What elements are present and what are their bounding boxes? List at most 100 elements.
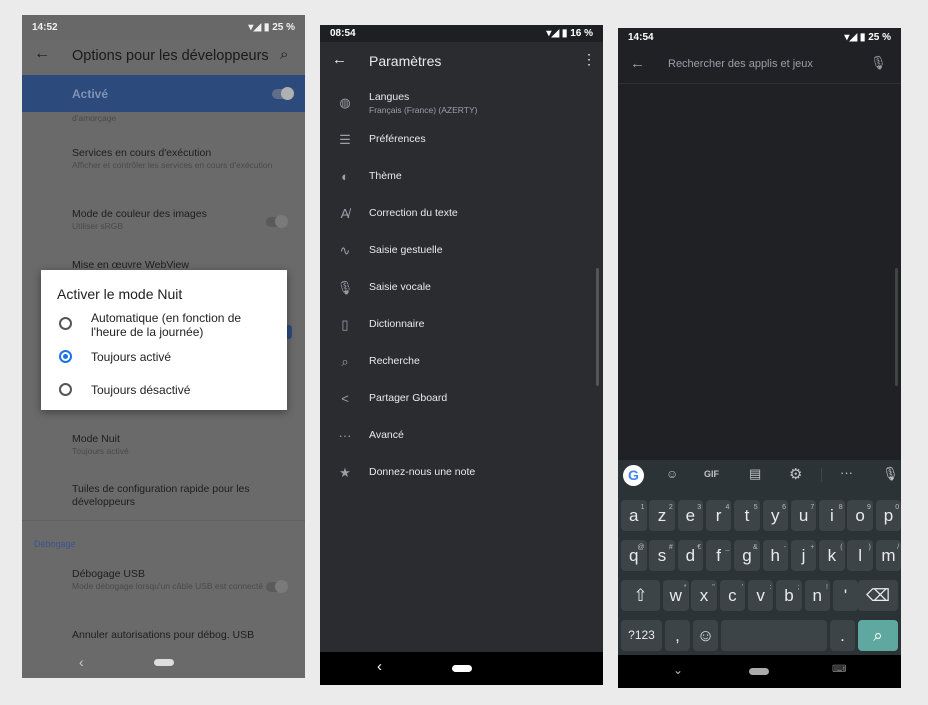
- scrollbar[interactable]: [895, 268, 898, 386]
- list-item[interactable]: Débogage USB Mode débogage lorsqu'un câbl…: [72, 568, 282, 592]
- search-input[interactable]: Rechercher des applis et jeux: [668, 58, 813, 70]
- option-label[interactable]: Toujours activé: [91, 350, 171, 364]
- key-label: h: [770, 546, 780, 565]
- settings-item[interactable]: ◐ Thème: [320, 161, 590, 191]
- clipboard-icon[interactable]: ▤: [749, 466, 761, 482]
- key-label: s: [657, 546, 667, 565]
- settings-item[interactable]: ▯ Dictionnaire: [320, 309, 590, 339]
- radio-automatic[interactable]: [59, 317, 72, 330]
- usb-debug-toggle[interactable]: [266, 580, 288, 593]
- gesture-icon: ∿: [339, 243, 351, 258]
- settings-item[interactable]: ☰ Préférences: [320, 124, 590, 154]
- settings-item[interactable]: < Partager Gboard: [320, 383, 590, 413]
- keyboard: G ☺ GIF ▤ ⚙ ··· 🎙︎ a1z2e3r4t5y6u7i8o9p0 q…: [618, 460, 901, 655]
- symbols-key[interactable]: ?123: [621, 620, 662, 651]
- key[interactable]: e3: [677, 500, 704, 531]
- key[interactable]: h-: [762, 540, 788, 571]
- key[interactable]: r4: [705, 500, 732, 531]
- master-toggle[interactable]: [272, 87, 294, 100]
- radio-always-off[interactable]: [59, 383, 72, 396]
- back-arrow-icon[interactable]: ←: [34, 45, 50, 63]
- key[interactable]: y6: [762, 500, 788, 531]
- key[interactable]: c ': [719, 580, 746, 611]
- more-icon[interactable]: ···: [840, 465, 853, 480]
- key[interactable]: g &: [734, 540, 760, 571]
- comma-key[interactable]: ,: [665, 620, 690, 651]
- key[interactable]: j +: [790, 540, 817, 571]
- back-nav-icon[interactable]: ‹: [377, 658, 382, 675]
- emoji-key[interactable]: ☺: [693, 620, 718, 651]
- item-title: Annuler autorisations pour débog. USB: [72, 629, 255, 641]
- settings-item[interactable]: 🎙 Saisie vocale: [320, 272, 590, 302]
- home-pill[interactable]: [154, 659, 174, 666]
- key[interactable]: q @: [621, 540, 647, 571]
- status-bar: 14:52 ▾◢ ▮ 25 %: [22, 15, 305, 40]
- search-key[interactable]: ⌕: [858, 620, 898, 651]
- key[interactable]: w *: [663, 580, 689, 611]
- search-bar[interactable]: ← Rechercher des applis et jeux 🎙︎: [618, 46, 901, 84]
- settings-item[interactable]: ⌕ Recherche: [320, 346, 590, 376]
- search-icon[interactable]: ⌕: [280, 46, 288, 63]
- home-pill[interactable]: [749, 668, 769, 675]
- mic-icon[interactable]: 🎙︎: [870, 55, 887, 71]
- list-item[interactable]: Mode de couleur des images Utiliser sRGB: [72, 208, 282, 232]
- google-logo-icon[interactable]: G: [623, 465, 644, 486]
- settings-item[interactable]: ··· Avancé: [320, 420, 590, 450]
- key[interactable]: s #: [649, 540, 675, 571]
- settings-item[interactable]: ∿ Saisie gestuelle: [320, 235, 590, 265]
- option-label[interactable]: Toujours désactivé: [91, 383, 190, 397]
- key[interactable]: k(: [819, 540, 845, 571]
- hide-keyboard-icon[interactable]: ⌄: [673, 663, 683, 677]
- wifi-icon: ▾◢ ▮: [546, 28, 568, 39]
- sticker-icon[interactable]: ☺: [666, 467, 678, 481]
- settings-gear-icon[interactable]: ⚙: [789, 465, 802, 483]
- key[interactable]: a1: [621, 500, 647, 531]
- item-label: Saisie gestuelle: [369, 244, 443, 256]
- option-label[interactable]: Automatique (en fonction de l'heure de l…: [91, 311, 271, 339]
- key[interactable]: p0: [875, 500, 901, 531]
- key[interactable]: d €: [677, 540, 704, 571]
- key[interactable]: t5: [734, 500, 760, 531]
- toggle[interactable]: [266, 215, 288, 228]
- key[interactable]: n!: [804, 580, 830, 611]
- key[interactable]: x ": [691, 580, 717, 611]
- home-pill[interactable]: [452, 665, 472, 672]
- list-item[interactable]: Annuler autorisations pour débog. USB: [72, 629, 302, 642]
- back-nav-icon[interactable]: ‹: [79, 654, 84, 670]
- radio-always-on[interactable]: [59, 350, 72, 363]
- key-hint: +: [810, 544, 815, 551]
- settings-item[interactable]: ★ Donnez-nous une note: [320, 457, 590, 487]
- key[interactable]: v:: [747, 580, 774, 611]
- clock: 14:54: [628, 31, 654, 43]
- settings-item[interactable]: ◍ Langues Français (France) (AZERTY): [320, 87, 590, 117]
- key[interactable]: l): [847, 540, 873, 571]
- key[interactable]: i8: [819, 500, 845, 531]
- period-key[interactable]: .: [830, 620, 855, 651]
- back-arrow-icon[interactable]: ←: [630, 55, 645, 72]
- backspace-key[interactable]: ⌫: [858, 580, 898, 611]
- key-hint: _: [725, 544, 730, 551]
- gif-button[interactable]: GIF: [704, 469, 719, 479]
- key[interactable]: ': [832, 580, 859, 611]
- mic-icon[interactable]: 🎙︎: [882, 466, 899, 482]
- settings-item[interactable]: A̸ Correction du texte: [320, 198, 590, 228]
- space-key[interactable]: [721, 620, 827, 651]
- master-toggle-row[interactable]: Activé: [22, 75, 305, 112]
- keyboard-switch-icon[interactable]: ⌨: [832, 664, 846, 675]
- list-item[interactable]: Mode Nuit Toujours activé: [72, 433, 282, 457]
- battery-level: 25 %: [868, 31, 891, 43]
- item-title: Mode de couleur des images: [72, 208, 207, 220]
- key[interactable]: b;: [776, 580, 802, 611]
- scrollbar[interactable]: [596, 268, 599, 386]
- key[interactable]: m /: [875, 540, 901, 571]
- list-item[interactable]: Tuiles de configuration rapide pour les …: [72, 483, 282, 509]
- shift-key[interactable]: ⇧: [621, 580, 660, 611]
- overflow-menu-icon[interactable]: ⋮: [582, 51, 596, 68]
- key[interactable]: f _: [705, 540, 732, 571]
- key[interactable]: z2: [649, 500, 675, 531]
- list-item[interactable]: Services en cours d'exécution Afficher et…: [72, 147, 282, 171]
- key[interactable]: u7: [790, 500, 817, 531]
- key[interactable]: o9: [847, 500, 873, 531]
- key-hint: 6: [782, 504, 786, 511]
- back-arrow-icon[interactable]: ←: [332, 51, 347, 68]
